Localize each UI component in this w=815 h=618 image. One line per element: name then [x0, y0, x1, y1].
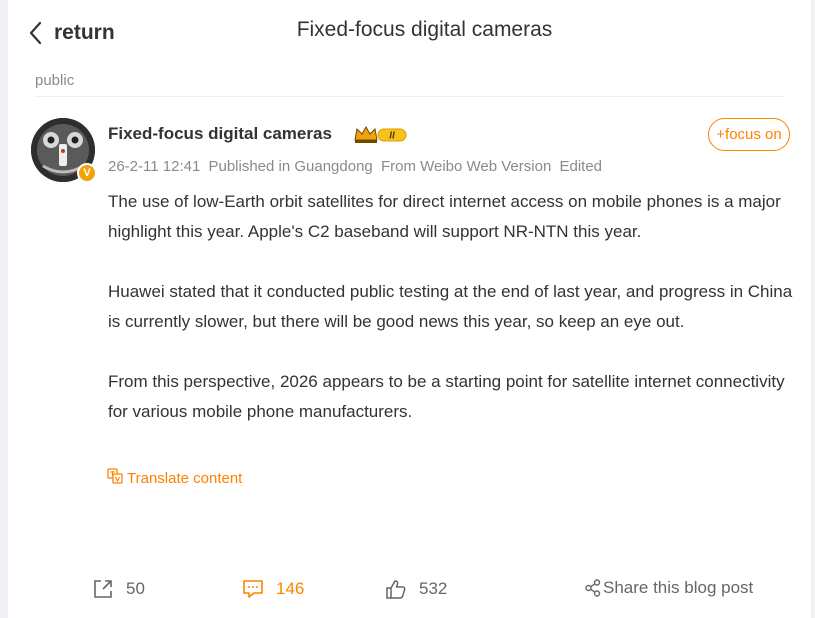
action-bar: 50 146 532 Share this blog post — [8, 572, 811, 612]
forward-count: 50 — [126, 579, 145, 598]
forward-button[interactable]: 50 — [92, 578, 145, 600]
thumbs-up-icon — [385, 578, 419, 600]
post-content: The use of low-Earth orbit satellites fo… — [108, 187, 798, 457]
divider — [35, 96, 784, 97]
crown-level-icon: II — [352, 123, 412, 150]
post-card: return Fixed-focus digital cameras publi… — [8, 0, 811, 618]
post-date[interactable]: 26-2-11 12:41 — [108, 158, 200, 175]
author-name[interactable]: Fixed-focus digital cameras — [108, 124, 332, 144]
translate-label: Translate content — [127, 469, 243, 487]
edited-label[interactable]: Edited — [559, 158, 602, 175]
forward-icon — [92, 578, 126, 600]
visibility-label: public — [35, 72, 75, 89]
verified-badge: V — [77, 163, 97, 183]
header: return Fixed-focus digital cameras — [8, 0, 811, 62]
follow-button[interactable]: +focus on — [708, 118, 790, 151]
like-button[interactable]: 532 — [385, 578, 447, 600]
page-title: Fixed-focus digital cameras — [296, 18, 553, 41]
post-paragraph: Huawei stated that it conducted public t… — [108, 282, 793, 331]
post-paragraph: The use of low-Earth orbit satellites fo… — [108, 192, 781, 241]
post-meta: 26-2-11 12:41 Published in Guangdong Fro… — [108, 158, 606, 175]
translate-icon — [107, 468, 123, 488]
level-text: II — [389, 131, 395, 142]
post-source[interactable]: From Weibo Web Version — [381, 158, 551, 175]
share-icon — [585, 579, 603, 597]
translate-button[interactable]: Translate content — [107, 468, 242, 488]
share-button[interactable]: Share this blog post — [585, 578, 753, 598]
post-paragraph: From this perspective, 2026 appears to b… — [108, 372, 785, 421]
share-label: Share this blog post — [603, 578, 754, 597]
comment-button[interactable]: 146 — [242, 578, 304, 600]
comment-count: 146 — [276, 579, 305, 598]
like-count: 532 — [419, 579, 448, 598]
comment-icon — [242, 578, 276, 600]
post-location: Published in Guangdong — [208, 158, 373, 175]
